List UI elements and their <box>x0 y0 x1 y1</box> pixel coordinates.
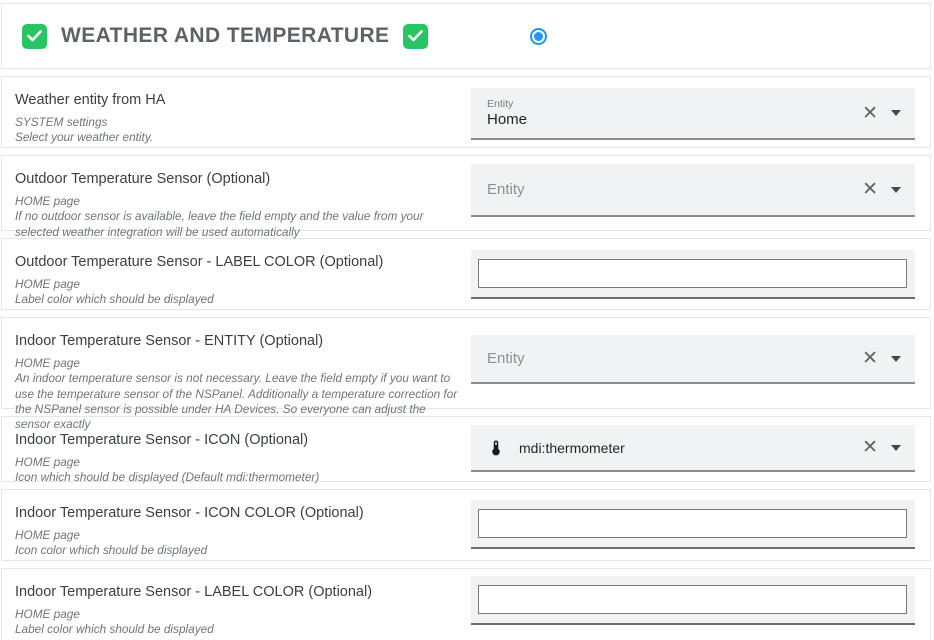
row-text: Indoor Temperature Sensor - LABEL COLOR … <box>2 569 471 640</box>
row-description: If no outdoor sensor is available, leave… <box>15 209 461 240</box>
row-description: Icon color which should be displayed <box>15 543 461 558</box>
row-field: mdi:thermometer ✕ <box>471 417 915 472</box>
row-description: Label color which should be displayed <box>15 292 461 307</box>
indoor-icon-color-input[interactable] <box>478 509 907 538</box>
row-text: Outdoor Temperature Sensor (Optional) HO… <box>2 156 471 248</box>
setting-row-indoor-label-color: Indoor Temperature Sensor - LABEL COLOR … <box>1 568 931 640</box>
section-radio-button[interactable] <box>530 28 547 45</box>
select-body: Entity <box>487 350 858 368</box>
clear-icon[interactable]: ✕ <box>858 436 882 459</box>
setting-row-indoor-entity: Indoor Temperature Sensor - ENTITY (Opti… <box>1 317 931 409</box>
select-value: mdi:thermometer <box>519 440 625 456</box>
weather-settings-page: WEATHER AND TEMPERATURE Weather entity f… <box>0 0 934 640</box>
section-title: WEATHER AND TEMPERATURE <box>61 24 389 48</box>
row-description: Label color which should be displayed <box>15 622 461 637</box>
outdoor-sensor-select[interactable]: Entity ✕ <box>471 164 915 217</box>
indoor-entity-select[interactable]: Entity ✕ <box>471 335 915 384</box>
row-subtitle: HOME page <box>15 356 461 371</box>
row-field: Entity Home ✕ <box>471 77 915 140</box>
input-container <box>471 576 915 625</box>
radio-dot-icon <box>534 32 543 41</box>
thermometer-icon <box>487 437 505 459</box>
select-body: Entity Home <box>487 98 858 129</box>
setting-row-weather-entity: Weather entity from HA SYSTEM settings S… <box>1 76 931 148</box>
input-container <box>471 500 915 549</box>
row-title: Indoor Temperature Sensor - ENTITY (Opti… <box>15 333 461 349</box>
chevron-down-icon[interactable] <box>891 445 901 451</box>
row-text: Indoor Temperature Sensor - ICON COLOR (… <box>2 490 471 567</box>
setting-row-outdoor-label-color: Outdoor Temperature Sensor - LABEL COLOR… <box>1 238 931 310</box>
chevron-down-icon[interactable] <box>891 110 901 116</box>
input-container <box>471 250 915 299</box>
setting-row-indoor-icon: Indoor Temperature Sensor - ICON (Option… <box>1 416 931 482</box>
clear-icon[interactable]: ✕ <box>858 347 882 370</box>
chevron-down-icon[interactable] <box>891 187 901 193</box>
row-subtitle: HOME page <box>15 194 461 209</box>
row-description: Icon which should be displayed (Default … <box>15 470 461 485</box>
outdoor-label-color-input[interactable] <box>478 259 907 288</box>
row-subtitle: HOME page <box>15 455 461 470</box>
row-field <box>471 490 915 549</box>
row-field: Entity ✕ <box>471 318 915 384</box>
row-title: Outdoor Temperature Sensor (Optional) <box>15 171 461 187</box>
row-subtitle: HOME page <box>15 277 461 292</box>
select-placeholder: Entity <box>487 350 525 367</box>
indoor-icon-select[interactable]: mdi:thermometer ✕ <box>471 425 915 472</box>
row-field <box>471 569 915 625</box>
row-title: Indoor Temperature Sensor - LABEL COLOR … <box>15 584 461 600</box>
section-enabled-checkbox[interactable] <box>22 24 47 49</box>
clear-icon[interactable]: ✕ <box>858 102 882 125</box>
row-description: Select your weather entity. <box>15 130 461 145</box>
row-text: Weather entity from HA SYSTEM settings S… <box>2 77 471 154</box>
row-field: Entity ✕ <box>471 156 915 217</box>
setting-row-outdoor-sensor: Outdoor Temperature Sensor (Optional) HO… <box>1 155 931 231</box>
row-subtitle: HOME page <box>15 528 461 543</box>
row-subtitle: SYSTEM settings <box>15 115 461 130</box>
setting-row-indoor-icon-color: Indoor Temperature Sensor - ICON COLOR (… <box>1 489 931 561</box>
checkmark-icon <box>408 30 423 42</box>
clear-icon[interactable]: ✕ <box>858 178 882 201</box>
select-value: Home <box>487 111 527 128</box>
row-title: Outdoor Temperature Sensor - LABEL COLOR… <box>15 254 461 270</box>
section-header: WEATHER AND TEMPERATURE <box>1 3 931 69</box>
select-label: Entity <box>487 98 858 110</box>
row-subtitle: HOME page <box>15 607 461 622</box>
indoor-label-color-input[interactable] <box>478 585 907 614</box>
section-secondary-checkbox[interactable] <box>403 24 428 49</box>
row-text: Outdoor Temperature Sensor - LABEL COLOR… <box>2 239 471 316</box>
weather-entity-select[interactable]: Entity Home ✕ <box>471 88 915 140</box>
row-title: Weather entity from HA <box>15 92 461 108</box>
select-body: Entity <box>487 181 858 199</box>
select-placeholder: Entity <box>487 181 525 198</box>
row-title: Indoor Temperature Sensor - ICON (Option… <box>15 432 461 448</box>
checkmark-icon <box>27 30 42 42</box>
row-text: Indoor Temperature Sensor - ICON (Option… <box>2 417 471 494</box>
row-field <box>471 239 915 299</box>
row-title: Indoor Temperature Sensor - ICON COLOR (… <box>15 505 461 521</box>
select-body: mdi:thermometer <box>487 437 858 459</box>
chevron-down-icon[interactable] <box>891 356 901 362</box>
